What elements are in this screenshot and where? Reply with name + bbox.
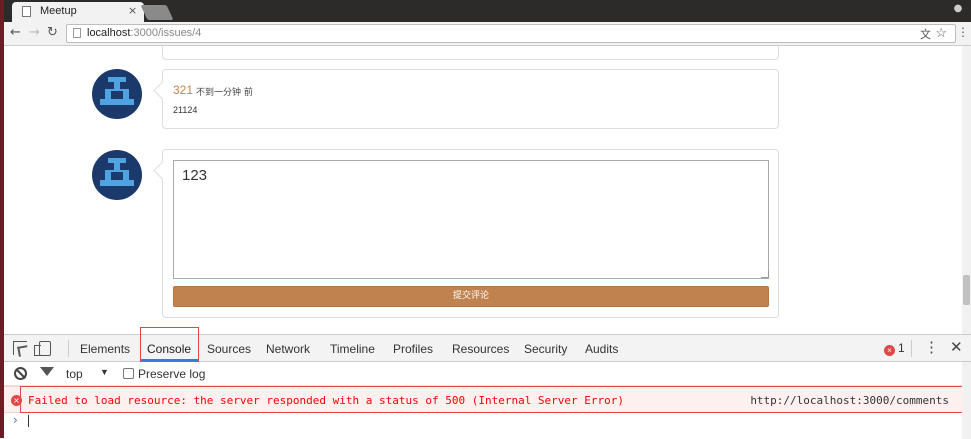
url-host: localhost xyxy=(87,27,131,39)
error-row-highlight xyxy=(20,386,965,413)
clear-console-icon[interactable] xyxy=(14,367,27,380)
console-toolbar: top ▼ Preserve log xyxy=(4,362,971,386)
tab-bar: Meetup × ● xyxy=(4,0,971,22)
page-scrollbar[interactable] xyxy=(962,46,971,334)
tab-timeline[interactable]: Timeline xyxy=(330,342,375,356)
tab-sources[interactable]: Sources xyxy=(207,342,251,356)
console-prompt-icon: › xyxy=(13,413,18,427)
tab-meetup[interactable]: Meetup × xyxy=(12,2,144,22)
error-icon: × xyxy=(884,345,895,356)
page-icon xyxy=(22,6,31,17)
error-count: 1 xyxy=(898,341,905,355)
page-scroll-thumb[interactable] xyxy=(963,275,970,305)
tab-security[interactable]: Security xyxy=(524,342,567,356)
browser-toolbar: ← → ↻ localhost:3000/issues/4 文 ☆ ⋮ xyxy=(4,22,971,46)
address-bar[interactable]: localhost:3000/issues/4 文 ☆ xyxy=(66,24,956,43)
previous-card-bottom xyxy=(162,46,779,60)
devtools-panel: Elements Console Sources Network Timelin… xyxy=(4,327,971,439)
tab-elements[interactable]: Elements xyxy=(80,342,130,356)
page-info-icon[interactable] xyxy=(73,28,81,38)
submit-comment-button[interactable]: 提交评论 xyxy=(173,286,769,307)
comment-card: 321 不到一分钟 前 21124 xyxy=(162,69,779,129)
devtools-menu-icon[interactable]: ⋮ xyxy=(924,338,939,356)
comment-textarea[interactable]: 123 xyxy=(173,160,769,279)
context-dropdown-icon[interactable]: ▼ xyxy=(100,367,109,377)
filter-icon[interactable] xyxy=(40,367,54,376)
tab-resources[interactable]: Resources xyxy=(452,342,509,356)
url-path: :3000/issues/4 xyxy=(130,27,202,39)
devtools-close-icon[interactable]: ✕ xyxy=(950,338,963,356)
divider xyxy=(68,340,69,357)
forward-icon[interactable]: → xyxy=(29,25,40,40)
tab-network[interactable]: Network xyxy=(266,342,310,356)
comment-time: 不到一分钟 前 xyxy=(196,88,253,98)
url-text[interactable]: localhost:3000/issues/4 xyxy=(87,27,201,39)
console-tab-highlight xyxy=(140,327,199,362)
devtools-scrollbar[interactable] xyxy=(962,362,971,439)
bookmark-star-icon[interactable]: ☆ xyxy=(935,25,947,41)
preserve-log-label[interactable]: Preserve log xyxy=(138,367,205,381)
translate-icon[interactable]: 文 xyxy=(920,26,931,42)
error-count-badge[interactable]: × 1 xyxy=(884,341,905,356)
preserve-log-checkbox[interactable] xyxy=(123,368,134,379)
console-input[interactable] xyxy=(28,415,29,427)
page-content: 321 不到一分钟 前 21124 123 提交评论 xyxy=(4,46,971,334)
browser-menu-icon[interactable]: ⋮ xyxy=(957,25,969,39)
comment-form-card: 123 提交评论 xyxy=(162,149,779,318)
profile-icon[interactable]: ● xyxy=(951,3,965,17)
textarea-resize-handle[interactable] xyxy=(761,270,769,278)
inspect-element-icon[interactable] xyxy=(13,341,27,355)
new-tab-button[interactable] xyxy=(140,5,174,20)
tab-profiles[interactable]: Profiles xyxy=(393,342,433,356)
avatar xyxy=(92,69,142,119)
comment-body: 21124 xyxy=(173,105,198,115)
tab-title: Meetup xyxy=(40,5,77,17)
avatar xyxy=(92,150,142,200)
back-icon[interactable]: ← xyxy=(10,25,21,40)
device-mode-icon[interactable] xyxy=(34,341,51,356)
reload-icon[interactable]: ↻ xyxy=(47,25,58,40)
context-selector[interactable]: top xyxy=(66,367,83,381)
tab-close-icon[interactable]: × xyxy=(128,4,137,17)
comment-author[interactable]: 321 xyxy=(173,83,193,97)
divider xyxy=(911,340,912,357)
browser-window: Meetup × ● ← → ↻ localhost:3000/issues/4… xyxy=(0,0,971,439)
tab-audits[interactable]: Audits xyxy=(585,342,618,356)
